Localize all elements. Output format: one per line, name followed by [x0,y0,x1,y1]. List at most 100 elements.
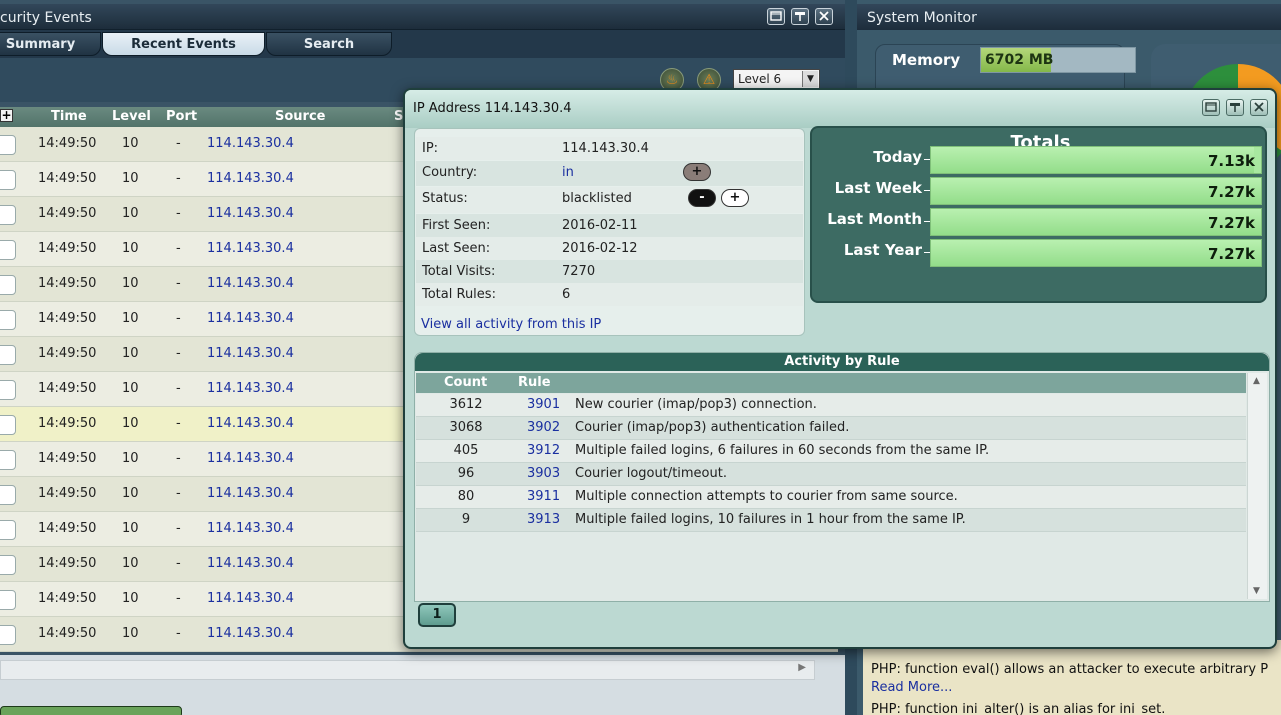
rule-id-link[interactable]: 3903 [527,466,560,481]
level-select[interactable]: Level 6 ▼ [733,69,820,89]
row-expand-toggle[interactable] [0,415,16,435]
event-time: 14:49:50 [38,311,97,326]
total-rules-value: 6 [562,287,571,302]
news-feed: Read More... PHP: function eval() allows… [863,638,1281,715]
close-icon[interactable] [815,8,833,25]
column-level[interactable]: Level [112,109,151,124]
event-source-link[interactable]: 114.143.30.4 [207,591,294,606]
horizontal-scrollbar[interactable]: ▶ [0,660,815,680]
rule-id-link[interactable]: 3913 [527,512,560,527]
restore-icon[interactable] [1202,99,1220,116]
rule-id-link[interactable]: 3912 [527,443,560,458]
event-source-link[interactable]: 114.143.30.4 [207,521,294,536]
row-expand-toggle[interactable] [0,205,16,225]
column-count[interactable]: Count [444,375,487,390]
event-source-link[interactable]: 114.143.30.4 [207,206,294,221]
rule-count: 9 [461,512,471,527]
page-button-1[interactable]: 1 [418,603,456,627]
column-port[interactable]: Port [166,109,197,124]
read-more-link[interactable]: Read More... [871,680,952,695]
row-expand-toggle[interactable] [0,625,16,645]
row-expand-toggle[interactable] [0,240,16,260]
info-row-last-seen: Last Seen: 2016-02-12 [416,237,803,260]
event-source-link[interactable]: 114.143.30.4 [207,451,294,466]
window-title: System Monitor [867,10,977,26]
vertical-scrollbar[interactable]: ▲ ▼ [1247,373,1267,599]
row-expand-toggle[interactable] [0,170,16,190]
first-seen-value: 2016-02-11 [562,218,638,233]
pin-icon[interactable] [1226,99,1244,116]
pin-icon[interactable] [791,8,809,25]
table-row[interactable]: 405 3912 Multiple failed logins, 6 failure… [416,440,1246,463]
rule-id-link[interactable]: 3901 [527,397,560,412]
status-minus-button[interactable]: - [688,189,716,207]
security-events-titlebar[interactable]: curity Events [0,4,845,30]
tab-summary[interactable]: Summary [0,32,101,56]
table-row[interactable]: 96 3903 Courier logout/timeout. [416,463,1246,486]
restore-icon[interactable] [767,8,785,25]
table-row[interactable]: 3612 3901 New courier (imap/pop3) connecti… [416,394,1246,417]
event-level: 10 [122,171,139,186]
column-rule[interactable]: Rule [518,375,551,390]
column-source[interactable]: Source [275,109,325,124]
event-source-link[interactable]: 114.143.30.4 [207,381,294,396]
add-country-button[interactable]: + [683,163,711,181]
event-source-link[interactable]: 114.143.30.4 [207,626,294,641]
event-source-link[interactable]: 114.143.30.4 [207,346,294,361]
event-time: 14:49:50 [38,206,97,221]
event-source-link[interactable]: 114.143.30.4 [207,311,294,326]
tab-recent-events[interactable]: Recent Events [102,32,265,56]
event-port: - [176,486,181,501]
status-bar [0,706,182,715]
row-expand-toggle[interactable] [0,555,16,575]
table-row[interactable]: 9 3913 Multiple failed logins, 10 failures… [416,509,1246,532]
country-link[interactable]: in [562,165,574,180]
column-time[interactable]: Time [51,109,87,124]
event-source-link[interactable]: 114.143.30.4 [207,486,294,501]
row-expand-toggle[interactable] [0,520,16,540]
info-row-status: Status: blacklisted - + [416,187,803,213]
row-expand-toggle[interactable] [0,310,16,330]
status-plus-button[interactable]: + [721,189,749,207]
first-seen-label: First Seen: [422,218,491,233]
ip-label: IP: [422,141,439,156]
scroll-right-icon[interactable]: ▶ [798,662,806,673]
rule-id-link[interactable]: 3911 [527,489,560,504]
table-row[interactable]: 80 3911 Multiple connection attempts to co… [416,486,1246,509]
window-title: curity Events [0,10,92,26]
event-source-link[interactable]: 114.143.30.4 [207,241,294,256]
row-expand-toggle[interactable] [0,380,16,400]
event-time: 14:49:50 [38,626,97,641]
event-source-link[interactable]: 114.143.30.4 [207,416,294,431]
row-expand-toggle[interactable] [0,485,16,505]
totals-panel: Totals Today 7.13k Last Week 7.27k Last Mont… [810,126,1267,303]
event-port: - [176,591,181,606]
activity-by-rule-panel: Activity by Rule Count Rule 3612 3901 New … [414,352,1270,602]
totals-label: Today [873,148,922,166]
row-expand-toggle[interactable] [0,450,16,470]
tab-search[interactable]: Search [266,32,392,56]
row-expand-toggle[interactable] [0,135,16,155]
system-monitor-titlebar[interactable]: System Monitor [857,4,1281,30]
rule-id-link[interactable]: 3902 [527,420,560,435]
chevron-down-icon[interactable]: ▼ [802,71,818,87]
row-expand-toggle[interactable] [0,345,16,365]
activity-table-header: Count Rule [416,373,1246,393]
column-s[interactable]: S [394,109,403,124]
row-expand-toggle[interactable] [0,590,16,610]
table-row[interactable]: 3068 3902 Courier (imap/pop3) authenticati… [416,417,1246,440]
close-icon[interactable] [1250,99,1268,116]
row-expand-toggle[interactable] [0,275,16,295]
event-source-link[interactable]: 114.143.30.4 [207,136,294,151]
view-all-activity-link[interactable]: View all activity from this IP [421,317,601,332]
dialog-titlebar[interactable]: IP Address 114.143.30.4 [405,90,1275,128]
event-port: - [176,241,181,256]
rule-description: New courier (imap/pop3) connection. [575,397,817,412]
scroll-down-icon[interactable]: ▼ [1253,586,1260,596]
event-source-link[interactable]: 114.143.30.4 [207,556,294,571]
scroll-up-icon[interactable]: ▲ [1253,376,1260,386]
event-source-link[interactable]: 114.143.30.4 [207,171,294,186]
expand-all-button[interactable]: + [0,109,13,122]
event-source-link[interactable]: 114.143.30.4 [207,276,294,291]
event-level: 10 [122,486,139,501]
